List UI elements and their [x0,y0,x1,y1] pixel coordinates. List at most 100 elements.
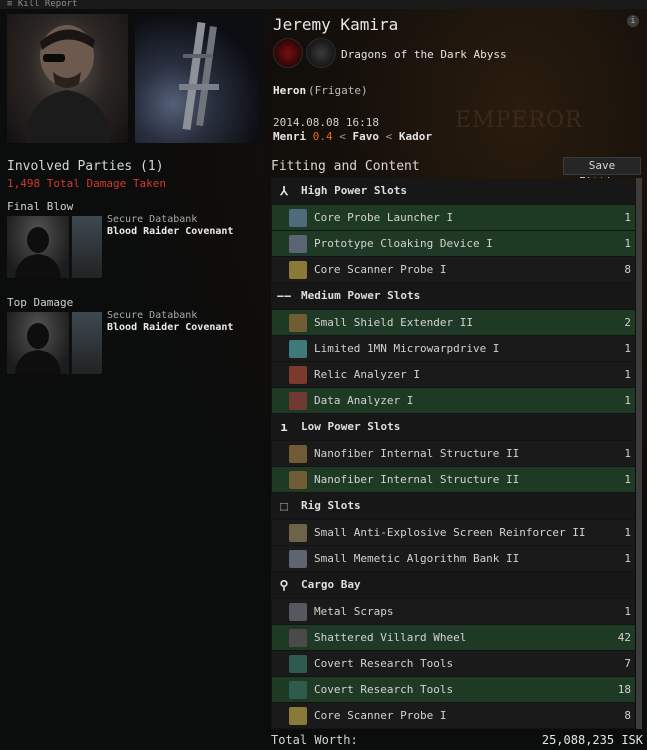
total-worth-value: 25,088,235 ISK [541,733,643,747]
item-quantity: 1 [624,342,631,355]
item-name: Small Shield Extender II [314,316,473,329]
item-quantity: 42 [617,631,631,644]
fitting-item[interactable]: Covert Research Tools 7 [272,651,635,676]
fitting-item[interactable]: Core Scanner Probe I 8 [272,703,635,728]
relic-analyzer-icon [289,366,307,384]
ship-class: (Frigate) [308,84,368,97]
fitting-item[interactable]: Core Scanner Probe I 8 [272,257,635,282]
top-damage-ship-icon[interactable] [71,312,102,374]
fitting-item[interactable]: Covert Research Tools 18 [272,677,635,702]
fitting-item[interactable]: Nanofiber Internal Structure II 1 [272,441,635,466]
location-separator: < [385,130,393,143]
item-quantity: 8 [624,263,631,276]
menu-icon[interactable]: ≡ [7,0,12,9]
item-name: Small Anti-Explosive Screen Reinforcer I… [314,526,586,539]
section-label: Cargo Bay [301,578,361,591]
item-quantity: 1 [624,447,631,460]
kill-datetime: 2014.08.08 16:18 [273,116,379,129]
fitting-item[interactable]: Small Memetic Algorithm Bank II 1 [272,546,635,571]
item-name: Data Analyzer I [314,394,414,407]
section-label: High Power Slots [301,184,407,197]
ship-name[interactable]: Heron [273,84,306,97]
section-label: Medium Power Slots [301,289,421,302]
ship-art [179,21,219,131]
top-damage-label: Top Damage [7,296,74,309]
section-cargo-bay[interactable]: ⚲ Cargo Bay [271,572,635,598]
location-system[interactable]: Menri [273,130,306,143]
corporation-logo-icon[interactable] [273,38,303,68]
item-quantity: 1 [624,473,631,486]
item-name: Prototype Cloaking Device I [314,237,493,250]
final-blow-corp[interactable]: Blood Raider Covenant [107,226,233,237]
location-region[interactable]: Kador [399,130,432,143]
portrait-art [25,25,111,143]
section-label: Rig Slots [301,499,361,512]
item-name: Covert Research Tools [314,657,454,670]
pilot-name[interactable]: Jeremy Kamira [273,15,398,34]
top-damage-ship[interactable]: Secure Databank [107,310,197,321]
fitting-item[interactable]: Prototype Cloaking Device I 1 [272,231,635,256]
top-damage-corp[interactable]: Blood Raider Covenant [107,322,233,333]
section-low-power-slots[interactable]: ı Low Power Slots [271,414,635,440]
shield-extender-icon [289,314,307,332]
kill-location: Menri 0.4 < Favo < Kador [273,130,432,143]
item-name: Relic Analyzer I [314,368,420,381]
save-fitting-button[interactable]: Save Fitting [563,157,641,188]
total-damage-taken: 1,498 Total Damage Taken [7,177,166,190]
item-quantity: 8 [624,709,631,722]
high-slot-icon: ⅄ [280,184,288,198]
fitting-item[interactable]: Nanofiber Internal Structure II 1 [272,467,635,492]
total-worth-label: Total Worth: [271,733,358,747]
final-blow-ship[interactable]: Secure Databank [107,214,197,225]
fitting-item[interactable]: Core Probe Launcher I 1 [272,205,635,230]
final-blow-ship-icon[interactable] [71,216,102,278]
victim-portrait[interactable] [7,14,128,143]
window-titlebar[interactable]: ≡ Kill Report [0,0,647,9]
item-quantity: 1 [624,237,631,250]
rig-slot-icon: ⬚ [280,499,288,513]
medium-slot-icon: −− [276,289,292,303]
scrollbar-thumb[interactable] [636,178,642,729]
item-quantity: 1 [624,211,631,224]
scanner-probe-icon [289,261,307,279]
silhouette-icon [15,323,61,374]
item-name: Small Memetic Algorithm Bank II [314,552,520,565]
section-label: Low Power Slots [301,420,401,433]
section-high-power-slots[interactable]: ⅄ High Power Slots [271,178,635,204]
fitting-item[interactable]: Small Shield Extender II 2 [272,310,635,335]
location-constellation[interactable]: Favo [353,130,380,143]
item-quantity: 2 [624,316,631,329]
nanofiber-icon [289,445,307,463]
fitting-item[interactable]: Data Analyzer I 1 [272,388,635,413]
fitting-item[interactable]: Metal Scraps 1 [272,599,635,624]
item-quantity: 18 [617,683,631,696]
item-quantity: 1 [624,368,631,381]
involved-parties-title: Involved Parties (1) [7,159,164,174]
section-medium-power-slots[interactable]: −− Medium Power Slots [271,283,635,309]
fitting-item[interactable]: Relic Analyzer I 1 [272,362,635,387]
memetic-algorithm-bank-icon [289,550,307,568]
data-analyzer-icon [289,392,307,410]
item-quantity: 1 [624,605,631,618]
silhouette-icon [15,227,61,278]
low-slot-icon: ı [280,420,288,434]
probe-launcher-icon [289,209,307,227]
alliance-logo-icon[interactable] [306,38,336,68]
corporation-name[interactable]: Dragons of the Dark Abyss [341,48,507,61]
top-damage-portrait[interactable] [7,312,69,374]
item-name: Limited 1MN Microwarpdrive I [314,342,500,355]
fitting-item[interactable]: Shattered Villard Wheel 42 [272,625,635,650]
security-status: 0.4 [312,130,333,143]
final-blow-label: Final Blow [7,200,74,213]
section-rig-slots[interactable]: ⬚ Rig Slots [271,493,635,519]
victim-ship-image[interactable] [135,14,263,143]
final-blow-portrait[interactable] [7,216,69,278]
fitting-title: Fitting and Content [271,159,420,174]
metal-scraps-icon [289,603,307,621]
item-quantity: 1 [624,552,631,565]
info-icon[interactable]: i [627,15,639,27]
item-name: Core Probe Launcher I [314,211,454,224]
fitting-scrollbar[interactable] [636,178,642,729]
fitting-item[interactable]: Small Anti-Explosive Screen Reinforcer I… [272,520,635,545]
fitting-item[interactable]: Limited 1MN Microwarpdrive I 1 [272,336,635,361]
